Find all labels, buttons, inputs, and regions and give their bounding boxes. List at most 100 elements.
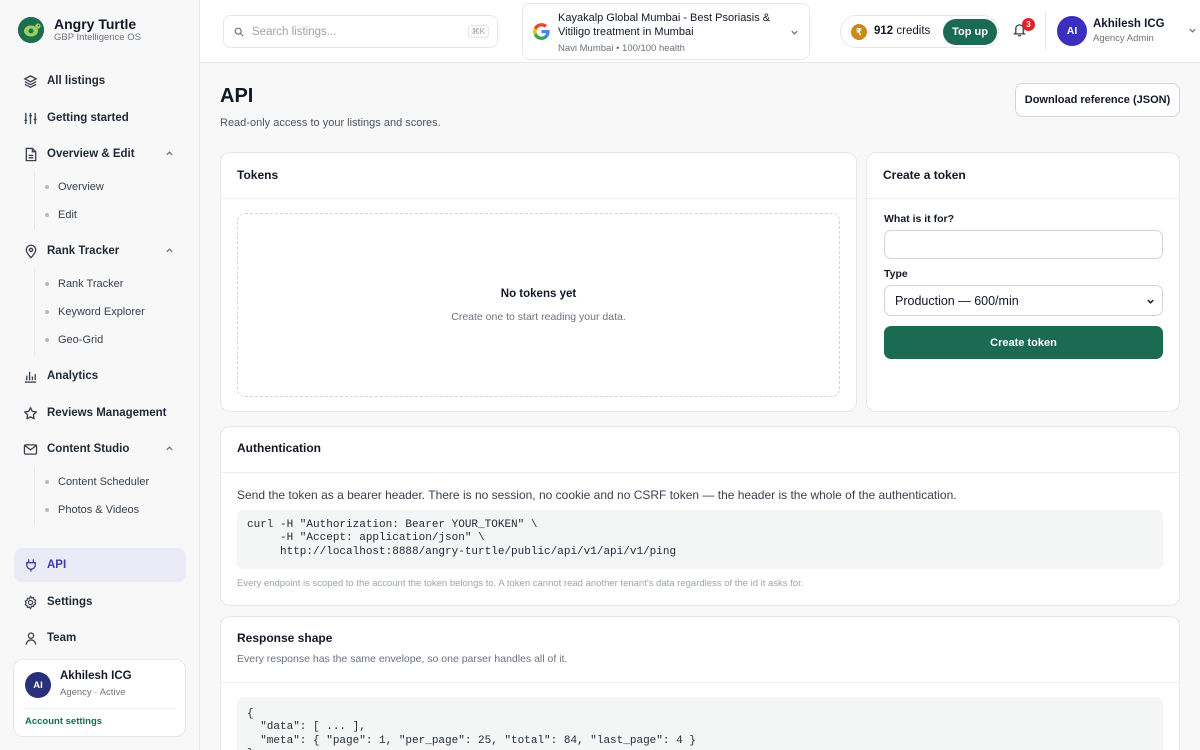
main-content: API Read-only access to your listings an… [200,63,1200,750]
business-selector[interactable]: Kayakalp Global Mumbai - Best Psoriasis … [522,3,810,60]
authentication-card: Authentication Send the token as a beare… [220,426,1180,606]
sidebar-user-status: Agency · Active [60,687,126,698]
purpose-input[interactable] [884,230,1163,259]
sidebar-item-team[interactable]: Team [14,622,186,654]
sidebar-item-overview-edit[interactable]: Overview & Edit [14,138,186,170]
response-shape-subtitle: Every response has the same envelope, so… [237,653,568,665]
sidebar-subitem-label: Rank Tracker [58,278,124,290]
code-line: "data": [ ... ], [247,721,366,734]
star-icon [22,405,39,422]
layers-icon [22,73,39,90]
card-title: Tokens [237,168,279,182]
credits-balance: 912 credits [874,25,930,37]
chevron-down-icon [1146,297,1155,306]
sidebar-subitem-edit[interactable]: Edit [45,204,77,226]
sidebar-item-rank-tracker[interactable]: Rank Tracker [14,235,186,267]
purpose-label: What is it for? [884,213,954,225]
bullet-icon [45,185,49,189]
divider [1045,12,1046,50]
turtle-logo-icon [18,17,44,43]
submenu-guide-line [34,467,35,525]
download-reference-button[interactable]: Download reference (JSON) [1015,83,1180,117]
sidebar-subitem-label: Content Scheduler [58,476,150,488]
location-pin-icon [22,243,39,260]
sidebar-subitem-label: Overview [58,181,104,193]
page-subtitle: Read-only access to your listings and sc… [220,117,441,129]
authentication-note: Every endpoint is scoped to the account … [237,578,804,589]
divider [221,198,856,199]
gear-icon [22,594,39,611]
brand-tagline: GBP Intelligence OS [54,32,141,43]
business-name: Kayakalp Global Mumbai - Best Psoriasis … [558,12,771,38]
sidebar-item-label: Rank Tracker [47,245,120,257]
sidebar-subitem-keyword-explorer[interactable]: Keyword Explorer [45,301,145,323]
credits-widget: ₹ 912 credits Top up [840,15,999,48]
sidebar: Angry Turtle GBP Intelligence OS All lis… [0,0,200,750]
page-title: API [220,85,254,107]
avatar: AI [25,672,51,698]
empty-state-title: No tokens yet [500,288,577,300]
mail-icon [22,441,39,458]
bar-chart-icon [22,368,39,385]
sidebar-item-label: All listings [47,75,106,87]
sidebar-subitem-geo-grid[interactable]: Geo-Grid [45,329,103,351]
sidebar-item-content-studio[interactable]: Content Studio [14,433,186,465]
chevron-up-icon[interactable] [165,149,174,158]
code-line: http://localhost:8888/angry-turtle/publi… [247,545,677,558]
sidebar-user-name: Akhilesh ICG [60,670,132,682]
sidebar-item-label: Content Studio [47,443,130,455]
bullet-icon [45,282,49,286]
token-type-select[interactable]: Production — 600/min [884,285,1163,316]
topbar: ⌘K Kayakalp Global Mumbai - Best Psorias… [200,0,1200,63]
brand[interactable]: Angry Turtle GBP Intelligence OS [18,16,141,44]
sidebar-item-label: Getting started [47,112,129,124]
bullet-icon [45,338,49,342]
search-box[interactable]: ⌘K [223,15,498,48]
notification-badge: 3 [1022,18,1035,31]
sidebar-item-getting-started[interactable]: Getting started [14,102,186,134]
user-menu[interactable]: AI Akhilesh ICG Agency Admin [1056,15,1196,49]
submenu-guide-line [34,269,35,355]
sidebar-item-all-listings[interactable]: All listings [14,65,186,97]
chevron-up-icon[interactable] [165,444,174,453]
search-input[interactable] [252,25,452,38]
avatar: AI [1057,16,1087,46]
sidebar-subitem-overview[interactable]: Overview [45,176,104,198]
sidebar-item-reviews-management[interactable]: Reviews Management [14,397,186,429]
google-logo-icon [533,23,550,40]
credits-unit: credits [896,25,931,37]
divider [24,708,175,709]
sidebar-subitem-label: Edit [58,209,77,221]
response-code-block: { "data": [ ... ], "meta": { "page": 1, … [237,697,1163,750]
tokens-card: Tokens No tokens yet Create one to start… [220,152,857,412]
code-line: "meta": { "page": 1, "per_page": 25, "to… [247,734,696,747]
account-settings-link[interactable]: Account settings [25,716,102,727]
bullet-icon [45,310,49,314]
sidebar-item-api[interactable]: API [14,548,186,582]
response-shape-card: Response shape Every response has the sa… [220,616,1180,750]
sidebar-item-label: Reviews Management [47,407,167,419]
sidebar-user-card: AI Akhilesh ICG Agency · Active Account … [13,659,186,737]
user-name: Akhilesh ICG [1093,18,1165,30]
bullet-icon [45,508,49,512]
chevron-up-icon[interactable] [165,246,174,255]
sidebar-subitem-rank-tracker[interactable]: Rank Tracker [45,273,123,295]
sidebar-subitem-photos-videos[interactable]: Photos & Videos [45,499,139,521]
sidebar-item-analytics[interactable]: Analytics [14,360,186,392]
sidebar-item-settings[interactable]: Settings [14,586,186,618]
credits-value: 912 [874,25,894,37]
create-token-button[interactable]: Create token [884,326,1163,359]
coin-icon: ₹ [851,24,867,40]
top-up-button[interactable]: Top up [943,19,997,45]
sidebar-subitem-content-scheduler[interactable]: Content Scheduler [45,471,149,493]
sidebar-item-label: Settings [47,596,93,608]
search-icon [234,27,244,37]
sidebar-item-label: Team [47,632,77,644]
sidebar-item-label: Analytics [47,370,99,382]
keyboard-shortcut-hint: ⌘K [467,25,489,38]
brand-name: Angry Turtle [54,16,137,32]
code-line: { [247,708,254,720]
card-title: Create a token [883,168,966,182]
sidebar-item-label: API [47,559,67,571]
sidebar-subitem-label: Keyword Explorer [58,306,145,318]
